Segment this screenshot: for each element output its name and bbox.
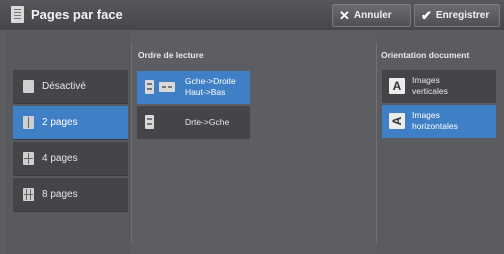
option-label: 8 pages: [42, 189, 78, 200]
save-label: Enregistrer: [435, 10, 490, 21]
cancel-label: Annuler: [353, 10, 392, 21]
reading-order-line1: Drte->Gche: [185, 117, 230, 127]
reading-order-right-left[interactable]: Drte->Gche: [137, 106, 250, 139]
reading-order-line1: Gche->Droite: [185, 76, 236, 86]
orientation-text: Images horizontales: [412, 110, 458, 132]
orientation-line2: verticales: [412, 86, 448, 96]
orientation-line2: horizontales: [412, 121, 458, 131]
reading-order-left-right-top-bottom[interactable]: Gche->Droite Haut->Bas: [137, 71, 250, 104]
portrait-page-icon: [145, 115, 154, 129]
orientation-panel: [377, 30, 504, 254]
save-button[interactable]: ✔ Enregistrer: [414, 4, 500, 27]
landscape-page-icon: [159, 82, 175, 92]
orientation-line1: Images: [412, 75, 440, 85]
reading-order-text: Gche->Droite Haut->Bas: [185, 76, 236, 98]
orientation-label: Orientation document: [381, 50, 470, 60]
option-label: Désactivé: [42, 81, 86, 92]
option-off[interactable]: Désactivé: [13, 70, 128, 104]
checkmark-icon: ✔: [421, 8, 432, 23]
portrait-page-icon: [145, 80, 154, 94]
divider: [131, 42, 132, 242]
option-2-pages[interactable]: 2 pages: [13, 106, 128, 140]
divider: [376, 42, 377, 242]
reading-order-label: Ordre de lecture: [138, 50, 204, 60]
two-pages-icon: [23, 116, 34, 129]
orientation-line1: Images: [412, 110, 440, 120]
portrait-orientation-icon: A: [389, 78, 405, 94]
orientation-portrait[interactable]: A Images verticales: [382, 70, 496, 103]
header-bar: Pages par face ✕ Annuler ✔ Enregistrer: [0, 0, 504, 30]
option-8-pages[interactable]: 8 pages: [13, 178, 128, 212]
eight-pages-icon: [23, 188, 34, 201]
page-title: Pages par face: [31, 7, 123, 22]
orientation-text: Images verticales: [412, 75, 448, 97]
option-4-pages[interactable]: 4 pages: [13, 142, 128, 176]
pages-per-face-screen: Pages par face ✕ Annuler ✔ Enregistrer D…: [0, 0, 504, 254]
cancel-button[interactable]: ✕ Annuler: [332, 4, 411, 27]
close-icon: ✕: [339, 8, 350, 23]
orientation-landscape[interactable]: A Images horizontales: [382, 105, 496, 138]
reading-order-line2: Haut->Bas: [185, 87, 226, 97]
four-pages-icon: [23, 152, 34, 165]
option-label: 4 pages: [42, 153, 78, 164]
option-label: 2 pages: [42, 117, 78, 128]
landscape-orientation-icon: A: [389, 113, 405, 129]
single-page-icon: [23, 80, 34, 93]
pages-per-face-icon: [11, 6, 24, 23]
